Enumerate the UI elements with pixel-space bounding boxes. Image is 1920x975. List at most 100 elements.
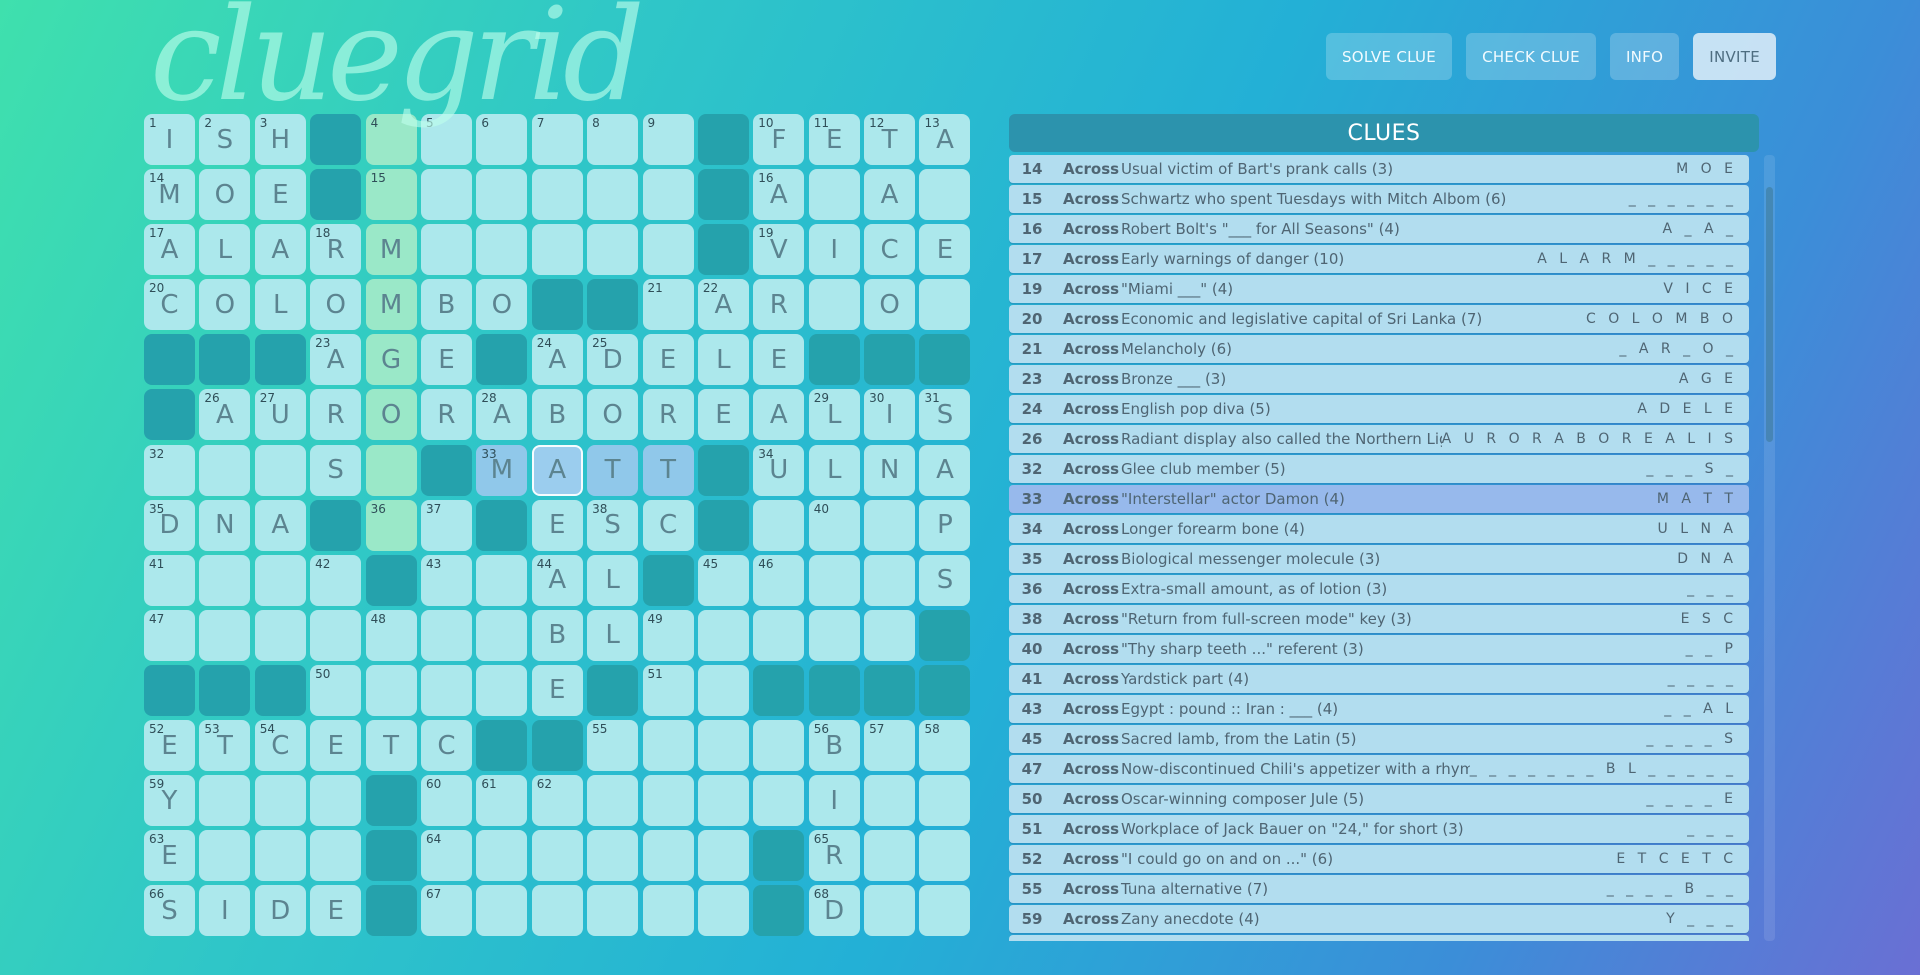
clue-row[interactable]: 52 Across "I could go on and on ..." (6) E … [1009,845,1749,873]
grid-cell[interactable]: N [864,444,916,496]
grid-cell[interactable]: 26 A [199,389,251,441]
grid-cell[interactable]: 7 [531,114,583,165]
grid-cell[interactable] [476,224,528,276]
grid-cell[interactable]: O [476,279,528,331]
grid-cell[interactable]: 53 T [199,720,251,772]
info-button[interactable]: INFO [1609,33,1680,80]
grid-cell[interactable] [420,224,472,276]
grid-cell[interactable] [697,830,749,882]
grid-cell[interactable] [310,609,362,661]
grid-cell[interactable]: 17 A [144,224,195,276]
grid-cell[interactable] [864,775,916,827]
grid-cell[interactable]: L [254,279,306,331]
grid-cell[interactable]: 34 U [753,444,805,496]
grid-cell[interactable] [199,609,251,661]
grid-cell[interactable]: 31 S [919,389,971,441]
clue-row[interactable]: 34 Across Longer forearm bone (4) U L N A [1009,515,1749,543]
clue-row[interactable]: 17 Across Early warnings of danger (10) A L… [1009,245,1749,273]
clue-row[interactable]: 51 Across Workplace of Jack Bauer on "24,"… [1009,815,1749,843]
grid-cell[interactable]: 43 [420,554,472,606]
grid-cell[interactable]: 1I [144,114,195,165]
grid-cell[interactable]: T [642,444,694,496]
grid-cell[interactable]: 51 [642,664,694,716]
grid-cell[interactable]: B [420,279,472,331]
grid-cell[interactable] [864,499,916,551]
grid-cell[interactable]: E [420,334,472,386]
clue-row[interactable]: 35 Across Biological messenger molecule (3… [1009,545,1749,573]
grid-cell[interactable] [365,664,417,716]
grid-cell[interactable] [864,554,916,606]
grid-cell[interactable]: 10 F [753,114,805,165]
grid-cell[interactable] [254,830,306,882]
grid-cell[interactable] [642,830,694,882]
invite-button[interactable]: INVITE [1693,33,1776,80]
grid-cell[interactable]: 28 A [476,389,528,441]
grid-cell[interactable]: 5 [420,114,472,165]
grid-cell[interactable]: 56 B [808,720,860,772]
grid-cell[interactable] [587,885,639,937]
grid-cell[interactable]: 16 A [753,169,805,221]
grid-cell[interactable] [199,554,251,606]
grid-cell[interactable]: 46 [753,554,805,606]
grid-cell[interactable]: 29 L [808,389,860,441]
grid-cell[interactable]: O [199,169,251,221]
clue-row[interactable]: 63Across [1009,935,1749,941]
grid-cell[interactable] [420,609,472,661]
grid-cell[interactable]: P [919,499,971,551]
grid-cell[interactable] [587,224,639,276]
grid-cell[interactable] [531,224,583,276]
grid-cell[interactable]: 54 C [254,720,306,772]
grid-cell[interactable] [642,224,694,276]
grid-cell[interactable]: L [808,444,860,496]
grid-cell[interactable]: 11 E [808,114,860,165]
solve-clue-button[interactable]: SOLVE CLUE [1325,33,1453,80]
grid-cell[interactable]: I [808,775,860,827]
grid-cell[interactable]: E [310,720,362,772]
grid-cell[interactable] [864,830,916,882]
clue-row[interactable]: 26 Across Radiant display also called the … [1009,425,1749,453]
grid-cell[interactable]: O [310,279,362,331]
grid-cell[interactable] [697,664,749,716]
grid-cell[interactable]: T [587,444,639,496]
clue-row[interactable]: 55 Across Tuna alternative (7) _ _ _ _ B _ … [1009,875,1749,903]
grid-cell[interactable] [476,169,528,221]
clue-row[interactable]: 41 Across Yardstick part (4) _ _ _ _ [1009,665,1749,693]
scrollbar-thumb[interactable] [1766,187,1773,442]
grid-cell[interactable]: 27 U [254,389,306,441]
grid-cell[interactable]: O [365,389,417,441]
grid-cell[interactable] [310,775,362,827]
grid-cell[interactable]: I [808,224,860,276]
grid-cell[interactable]: O [864,279,916,331]
grid-cell[interactable]: 14 M [144,169,195,221]
grid-cell[interactable] [476,609,528,661]
grid-cell[interactable]: A [919,444,971,496]
grid-cell[interactable] [919,830,971,882]
grid-cell[interactable]: L [199,224,251,276]
grid-cell[interactable]: S [919,554,971,606]
grid-cell[interactable]: 45 [697,554,749,606]
grid-cell[interactable]: L [587,554,639,606]
grid-cell[interactable]: 2S [199,114,251,165]
grid-cell[interactable]: 64 [420,830,472,882]
grid-cell[interactable]: 52 E [144,720,195,772]
grid-cell[interactable]: E [531,664,583,716]
grid-cell[interactable]: O [587,389,639,441]
clue-row[interactable]: 45 Across Sacred lamb, from the Latin (5) _… [1009,725,1749,753]
grid-cell[interactable]: B [531,389,583,441]
grid-cell[interactable] [697,720,749,772]
grid-cell[interactable] [864,609,916,661]
grid-cell[interactable] [531,885,583,937]
clue-row[interactable]: 40 Across "Thy sharp teeth ..." referent (… [1009,635,1749,663]
grid-cell[interactable]: E [531,499,583,551]
grid-cell[interactable] [697,609,749,661]
grid-cell[interactable]: N [199,499,251,551]
grid-cell[interactable] [697,775,749,827]
grid-cell[interactable]: R [642,389,694,441]
clue-row[interactable]: 16 Across Robert Bolt's "___ for All Seaso… [1009,215,1749,243]
grid-cell[interactable] [254,444,306,496]
grid-cell[interactable]: M [365,224,417,276]
grid-cell[interactable]: 61 [476,775,528,827]
grid-cell[interactable] [808,554,860,606]
grid-cell[interactable]: R [420,389,472,441]
clue-row[interactable]: 59 Across Zany anecdote (4) Y _ _ _ [1009,905,1749,933]
